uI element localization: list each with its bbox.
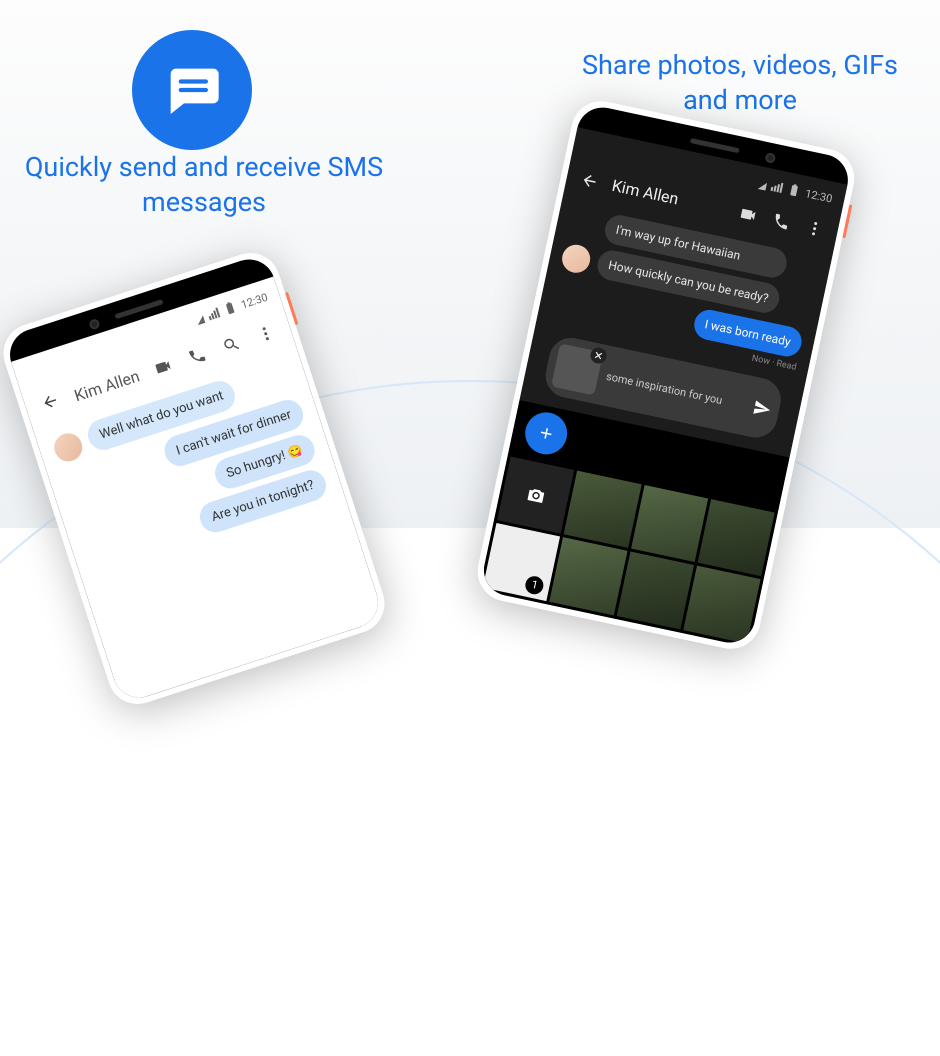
emoji-icon: 😋 xyxy=(286,442,305,460)
gallery-tile[interactable] xyxy=(683,566,760,643)
network-icon xyxy=(194,313,204,323)
messages-icon xyxy=(160,58,224,122)
camera-tile[interactable] xyxy=(497,456,574,533)
search-icon[interactable] xyxy=(220,334,243,357)
signal-icon xyxy=(206,308,220,321)
battery-icon xyxy=(221,300,239,318)
avatar[interactable] xyxy=(51,430,86,465)
avatar[interactable] xyxy=(560,242,593,275)
bubble-text: So hungry! xyxy=(225,448,288,481)
video-icon[interactable] xyxy=(152,356,175,379)
add-button[interactable] xyxy=(521,408,571,458)
gallery-tile[interactable] xyxy=(631,485,708,562)
earpiece xyxy=(690,138,740,153)
gallery-tile[interactable]: 1 xyxy=(483,523,560,600)
battery-icon xyxy=(785,182,802,199)
gallery-tile[interactable] xyxy=(616,552,693,629)
attachment-thumbnail[interactable]: ✕ xyxy=(551,343,603,395)
call-icon[interactable] xyxy=(186,345,209,368)
signal-icon xyxy=(770,181,783,193)
network-icon xyxy=(758,179,767,188)
back-icon[interactable] xyxy=(39,389,64,417)
status-time: 12:30 xyxy=(804,187,834,205)
gallery-tile[interactable] xyxy=(564,471,641,548)
contact-name[interactable]: Kim Allen xyxy=(72,366,142,405)
status-time: 12:30 xyxy=(239,290,269,311)
messages-app-logo xyxy=(132,30,252,150)
video-icon[interactable] xyxy=(738,203,759,224)
contact-name[interactable]: Kim Allen xyxy=(610,176,680,209)
read-receipt: Now · Read xyxy=(751,354,798,373)
back-icon[interactable] xyxy=(579,170,600,191)
compose-text[interactable]: some inspiration for you xyxy=(605,369,747,411)
more-icon[interactable] xyxy=(804,218,825,239)
gallery-tile[interactable] xyxy=(550,537,627,614)
caption-left: Quickly send and receive SMS messages xyxy=(24,150,384,220)
camera-icon xyxy=(525,484,546,505)
gallery-tile[interactable] xyxy=(697,499,774,576)
more-icon[interactable] xyxy=(254,322,277,345)
selection-badge: 1 xyxy=(524,574,545,595)
close-icon[interactable]: ✕ xyxy=(589,346,608,365)
call-icon[interactable] xyxy=(771,210,792,231)
send-icon[interactable] xyxy=(751,398,772,419)
